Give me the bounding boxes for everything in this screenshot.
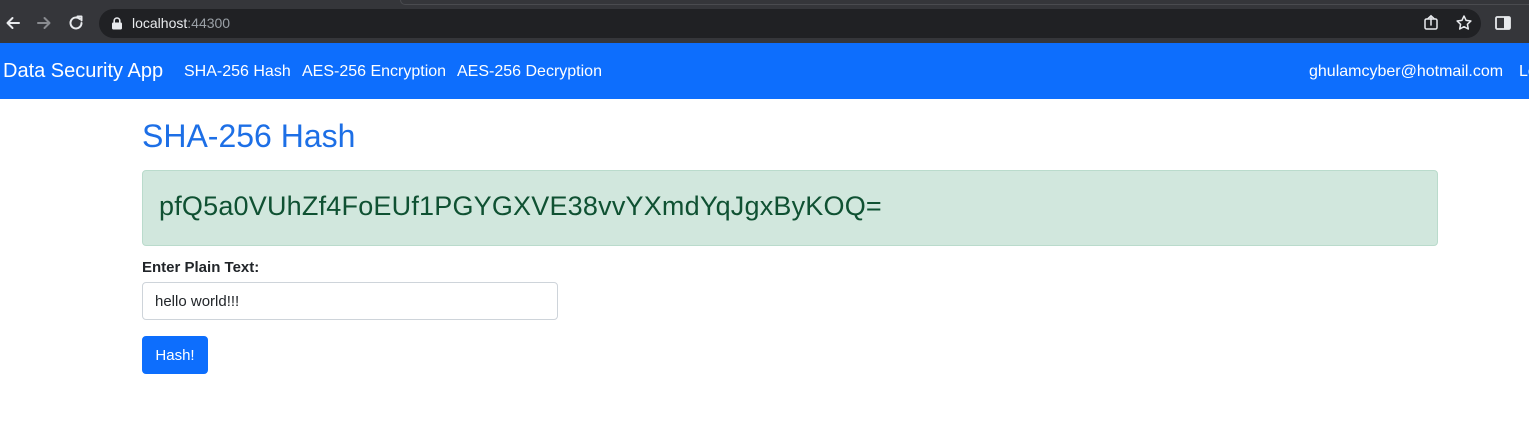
url-text: localhost:44300 bbox=[132, 15, 230, 31]
hash-result-text: pfQ5a0VUhZf4FoEUf1PGYGXVE38vvYXmdYqJgxBy… bbox=[159, 191, 882, 221]
browser-toolbar: localhost:44300 bbox=[0, 0, 1529, 43]
nav-link-aes256-encryption[interactable]: AES-256 Encryption bbox=[302, 63, 446, 81]
forward-button[interactable] bbox=[33, 12, 55, 34]
url-host: localhost bbox=[132, 15, 188, 31]
reload-icon bbox=[69, 15, 83, 30]
plain-text-label: Enter Plain Text: bbox=[142, 259, 260, 276]
page-title: SHA-256 Hash bbox=[142, 118, 356, 154]
tab-strip-edge bbox=[400, 0, 1529, 5]
forward-arrow-icon bbox=[37, 17, 51, 29]
user-email-link[interactable]: ghulamcyber@hotmail.com bbox=[1309, 63, 1503, 81]
lock-icon[interactable] bbox=[111, 17, 123, 30]
plain-text-input[interactable] bbox=[142, 282, 558, 320]
address-bar[interactable]: localhost:44300 bbox=[99, 9, 1481, 38]
nav-link-sha256-hash[interactable]: SHA-256 Hash bbox=[184, 63, 291, 81]
reload-button[interactable] bbox=[65, 12, 87, 34]
hash-button[interactable]: Hash! bbox=[142, 336, 208, 374]
share-icon[interactable] bbox=[1422, 14, 1440, 32]
navbar-brand[interactable]: Data Security App bbox=[3, 60, 163, 83]
app-navbar: Data Security App SHA-256 Hash AES-256 E… bbox=[0, 43, 1529, 99]
url-port: :44300 bbox=[187, 15, 231, 31]
bookmark-star-icon[interactable] bbox=[1455, 14, 1473, 32]
back-arrow-icon bbox=[6, 17, 20, 29]
logout-link[interactable]: Lo bbox=[1519, 63, 1529, 81]
nav-link-aes256-decryption[interactable]: AES-256 Decryption bbox=[457, 63, 602, 81]
hash-result-alert: pfQ5a0VUhZf4FoEUf1PGYGXVE38vvYXmdYqJgxBy… bbox=[142, 170, 1438, 246]
back-button[interactable] bbox=[2, 12, 24, 34]
side-panel-icon[interactable] bbox=[1494, 14, 1512, 32]
